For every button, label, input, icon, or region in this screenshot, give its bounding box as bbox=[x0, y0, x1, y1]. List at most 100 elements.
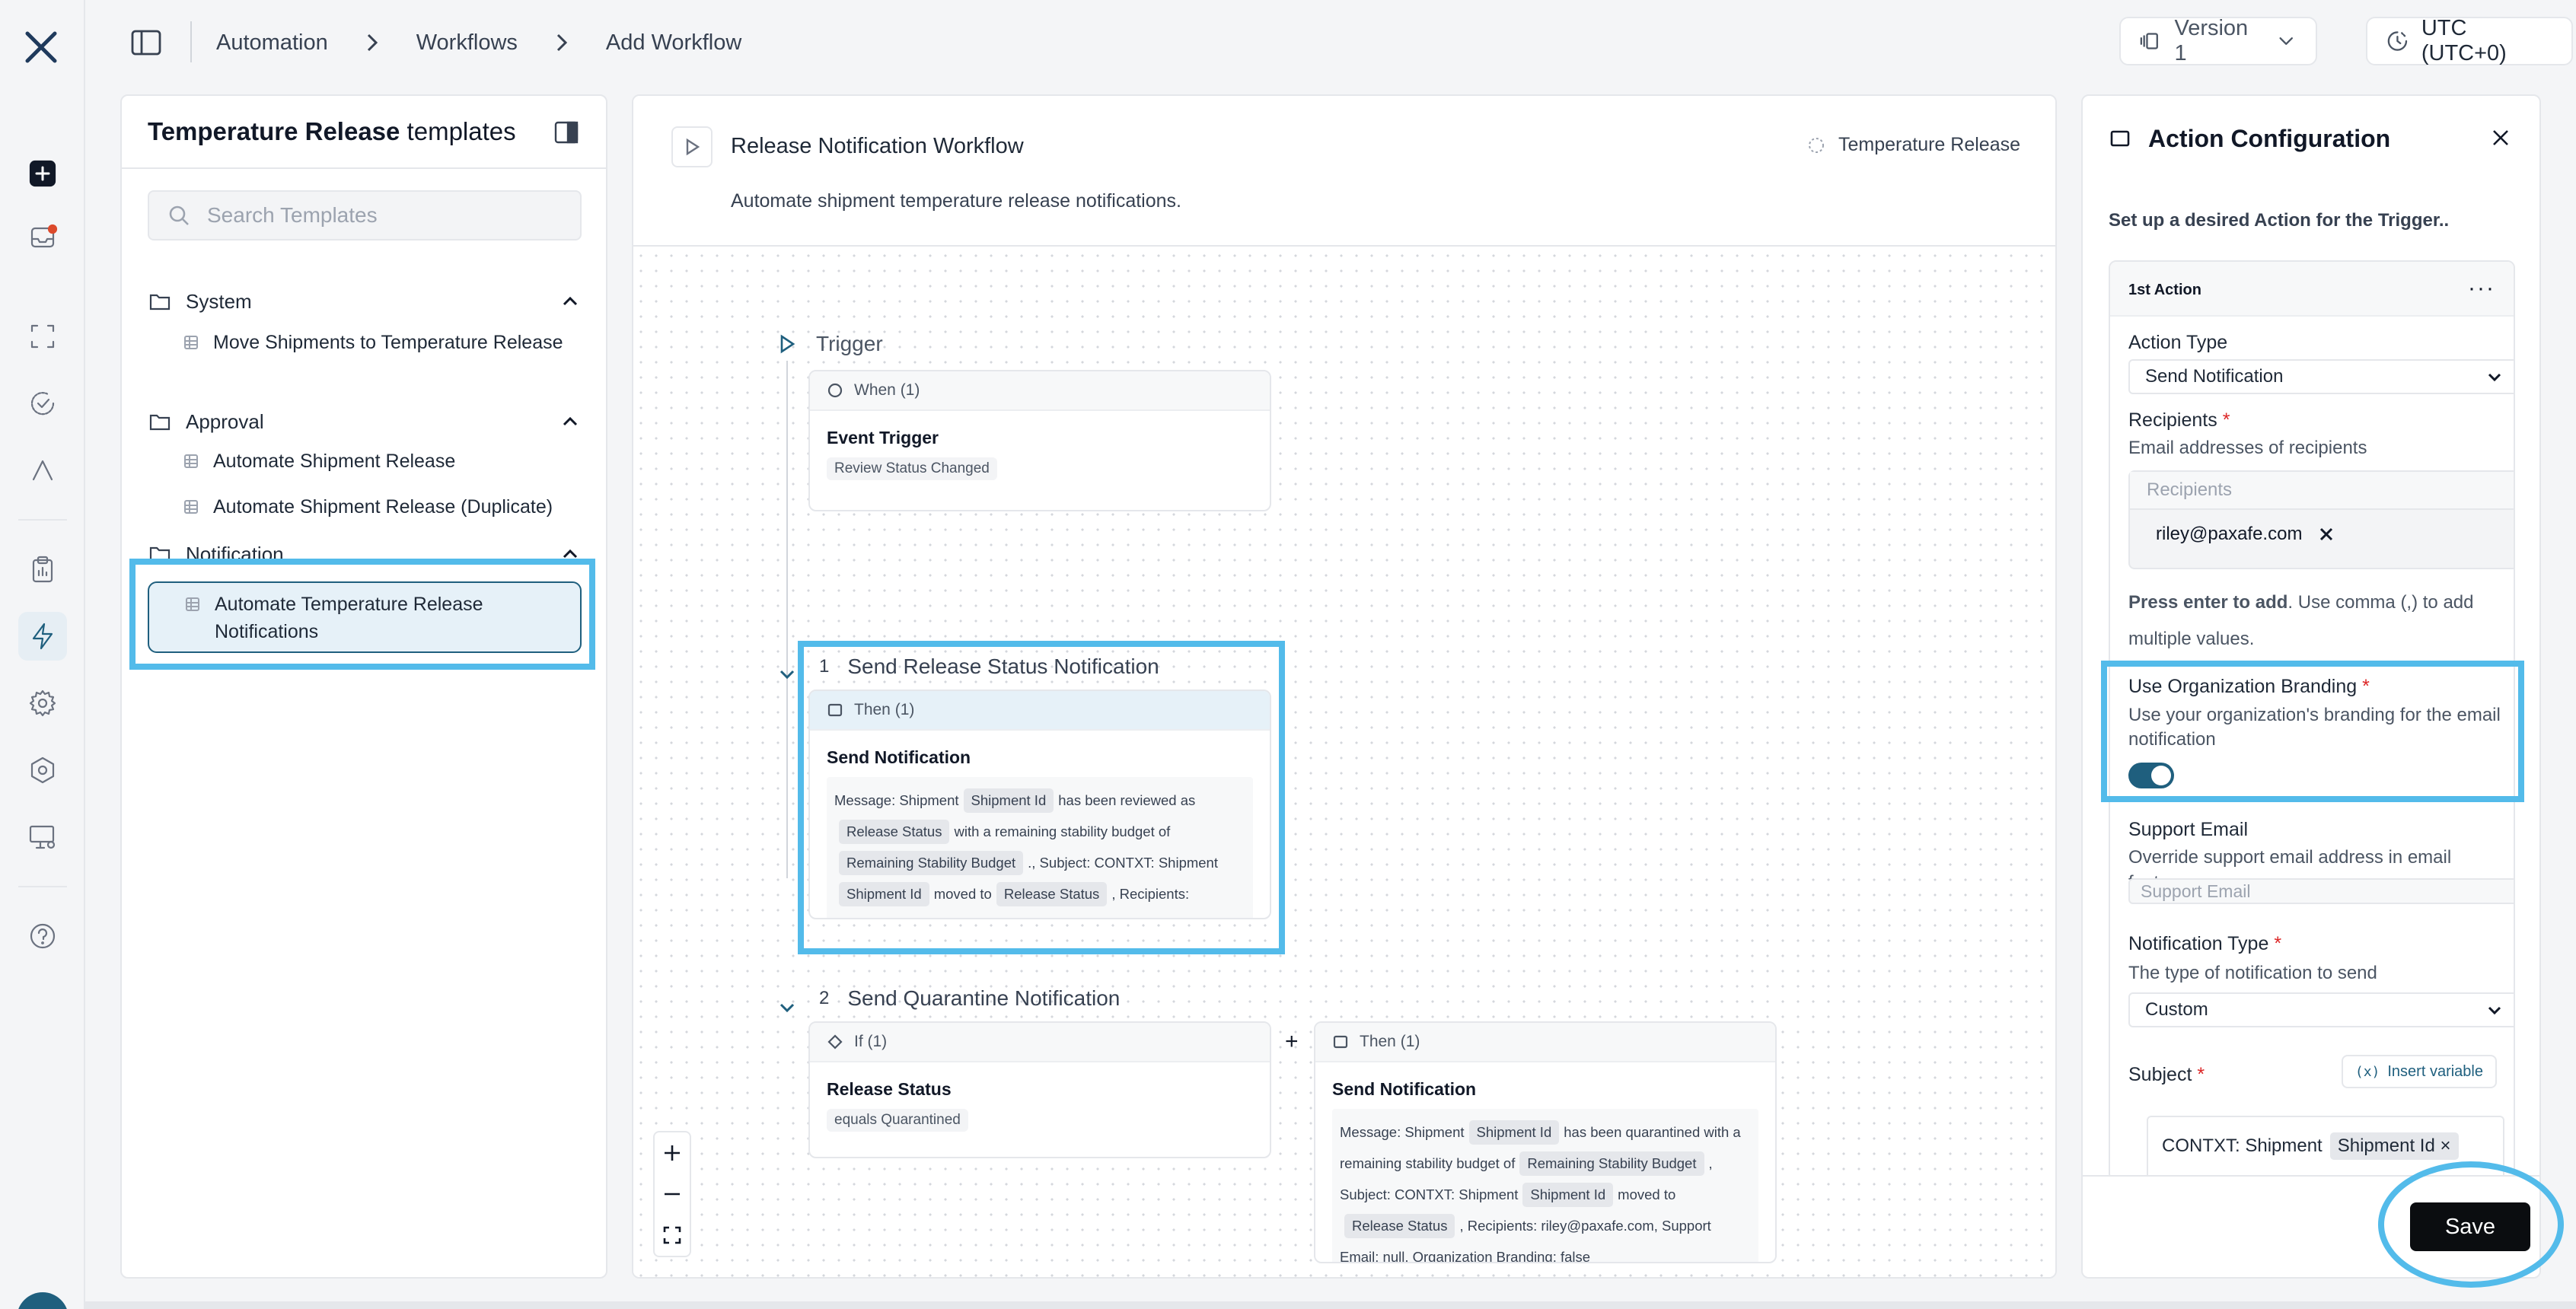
chevron-right-icon bbox=[548, 29, 575, 56]
workflow-description: Automate shipment temperature release no… bbox=[731, 190, 1181, 212]
notification-type-select[interactable]: Custom bbox=[2128, 992, 2514, 1027]
notification-type-hint: The type of notification to send bbox=[2128, 963, 2377, 983]
recipients-hint: Email addresses of recipients bbox=[2128, 438, 2367, 458]
lambda-icon[interactable] bbox=[18, 446, 67, 495]
template-label: Move Shipments to Temperature Release bbox=[213, 332, 563, 353]
recipients-help: Press enter to add. Use comma (,) to add… bbox=[2128, 592, 2474, 649]
condition-chip: equals Quarantined bbox=[827, 1109, 968, 1132]
highlight-ring bbox=[2378, 1161, 2564, 1288]
loading-dashed-icon bbox=[1808, 137, 1824, 153]
template-item[interactable]: Move Shipments to Temperature Release bbox=[183, 329, 563, 356]
add-branch-button[interactable]: + bbox=[1285, 1029, 1299, 1055]
chevron-right-icon bbox=[359, 29, 386, 56]
chevron-up-icon[interactable] bbox=[559, 410, 582, 433]
help-icon[interactable] bbox=[18, 912, 67, 960]
action-index-label: 1st Action bbox=[2128, 282, 2201, 298]
variable-chip: Shipment Id × bbox=[2329, 1132, 2459, 1160]
play-icon[interactable] bbox=[671, 126, 713, 167]
trigger-card[interactable]: When (1) Event Trigger Review Status Cha… bbox=[808, 370, 1271, 511]
avatar[interactable] bbox=[17, 1292, 69, 1309]
variable-chip: Shipment Id bbox=[1522, 1183, 1614, 1207]
card-title: Event Trigger bbox=[827, 428, 939, 447]
more-options-icon[interactable]: ··· bbox=[2468, 275, 2495, 301]
diamond-icon bbox=[827, 1034, 843, 1049]
step-2-label: 2 Send Quarantine Notification bbox=[819, 986, 1121, 1010]
rail-divider bbox=[18, 886, 67, 887]
check-circle-icon[interactable] bbox=[18, 379, 67, 428]
group-approval[interactable]: Approval bbox=[148, 403, 582, 440]
breadcrumb: Automation Workflows Add Workflow bbox=[216, 29, 741, 56]
tag-label: Temperature Release bbox=[1838, 134, 2020, 155]
close-icon[interactable] bbox=[2317, 525, 2335, 543]
message-preview: Message: Shipment Shipment Id has been qua… bbox=[1332, 1109, 1758, 1262]
notification-type-label: Notification Type * bbox=[2128, 933, 2282, 954]
insert-variable-button[interactable]: (x) Insert variable bbox=[2341, 1055, 2497, 1088]
variable-chip: Release Status bbox=[1344, 1214, 1455, 1238]
workflow-name: Release Notification Workflow bbox=[731, 134, 1024, 158]
template-item[interactable]: Automate Shipment Release (Duplicate) bbox=[183, 493, 563, 521]
step-2-if-card[interactable]: If (1) Release Status equals Quarantined bbox=[808, 1021, 1271, 1158]
card-title: Release Status bbox=[827, 1079, 952, 1099]
chevron-up-icon[interactable] bbox=[559, 290, 582, 313]
play-icon bbox=[780, 334, 795, 354]
inbox-icon[interactable] bbox=[18, 213, 67, 262]
recipient-tag: riley@paxafe.com bbox=[2156, 524, 2335, 545]
hexagon-icon[interactable] bbox=[18, 746, 67, 795]
card-title: Send Notification bbox=[1332, 1079, 1477, 1099]
chevron-down-icon[interactable] bbox=[776, 997, 798, 1018]
variable-chip: Shipment Id bbox=[1468, 1120, 1560, 1145]
timezone-label: UTC (UTC+0) bbox=[2421, 16, 2507, 65]
lightning-icon[interactable] bbox=[18, 612, 67, 661]
recipients-input[interactable]: Recipients bbox=[2130, 472, 2514, 510]
monitor-settings-icon[interactable] bbox=[18, 813, 67, 862]
group-label: System bbox=[186, 289, 252, 313]
panel-collapse-icon[interactable] bbox=[553, 119, 583, 149]
divider bbox=[122, 167, 606, 169]
recipients-field[interactable]: Recipients riley@paxafe.com bbox=[2128, 470, 2514, 569]
search-input[interactable] bbox=[207, 203, 542, 228]
action-type-label: Action Type bbox=[2128, 332, 2228, 353]
scan-icon[interactable] bbox=[18, 312, 67, 361]
recipients-label: Recipients * bbox=[2128, 409, 2230, 431]
square-icon bbox=[1333, 1035, 1348, 1049]
zoom-in-button[interactable] bbox=[655, 1132, 690, 1174]
square-icon bbox=[2110, 130, 2130, 147]
app-root: Automation Workflows Add Workflow Versio… bbox=[0, 0, 2576, 1309]
timezone-select[interactable]: UTC (UTC+0) bbox=[2366, 16, 2573, 65]
zoom-out-button[interactable] bbox=[655, 1174, 690, 1215]
breadcrumb-add-workflow: Add Workflow bbox=[605, 30, 742, 55]
template-label: Automate Shipment Release bbox=[213, 451, 456, 472]
sidebar-toggle-icon[interactable] bbox=[129, 27, 163, 58]
search-templates-field[interactable] bbox=[148, 190, 582, 240]
action-card-header: 1st Action ··· bbox=[2110, 262, 2514, 317]
step-2-then-card[interactable]: Then (1) Send Notification Message: Ship… bbox=[1314, 1021, 1777, 1263]
chevron-down-icon[interactable] bbox=[776, 664, 798, 685]
template-icon bbox=[184, 336, 198, 349]
fit-view-button[interactable] bbox=[655, 1215, 690, 1256]
trigger-label: Trigger bbox=[776, 332, 883, 356]
breadcrumb-automation[interactable]: Automation bbox=[216, 30, 328, 56]
version-select[interactable]: Version 1 bbox=[2119, 16, 2317, 65]
action-type-select[interactable]: Send Notification bbox=[2128, 359, 2514, 394]
card-header: Then (1) bbox=[1315, 1023, 1775, 1062]
support-email-input[interactable]: Support Email bbox=[2128, 878, 2514, 904]
close-icon[interactable] bbox=[2488, 125, 2514, 151]
clipboard-icon[interactable] bbox=[18, 545, 67, 594]
breadcrumb-workflows[interactable]: Workflows bbox=[416, 30, 518, 56]
plus-square-icon[interactable] bbox=[18, 149, 67, 198]
connector-line bbox=[786, 361, 788, 878]
fullscreen-icon bbox=[663, 1226, 681, 1244]
condition-chip: Review Status Changed bbox=[827, 457, 997, 480]
logo-x-icon[interactable] bbox=[21, 29, 64, 65]
panel-subtitle: Set up a desired Action for the Trigger.… bbox=[2109, 210, 2450, 231]
highlight-box bbox=[798, 641, 1285, 954]
support-email-label: Support Email bbox=[2128, 819, 2249, 840]
search-icon bbox=[169, 205, 189, 225]
templates-title: Temperature Release templates bbox=[148, 117, 516, 145]
template-item[interactable]: Automate Shipment Release bbox=[183, 447, 563, 475]
templates-panel: Temperature Release templates System Mov… bbox=[120, 94, 607, 1279]
gear-icon[interactable] bbox=[18, 679, 67, 728]
group-system[interactable]: System bbox=[148, 283, 582, 320]
chevron-down-icon bbox=[2279, 37, 2293, 45]
versions-icon bbox=[2140, 33, 2158, 49]
